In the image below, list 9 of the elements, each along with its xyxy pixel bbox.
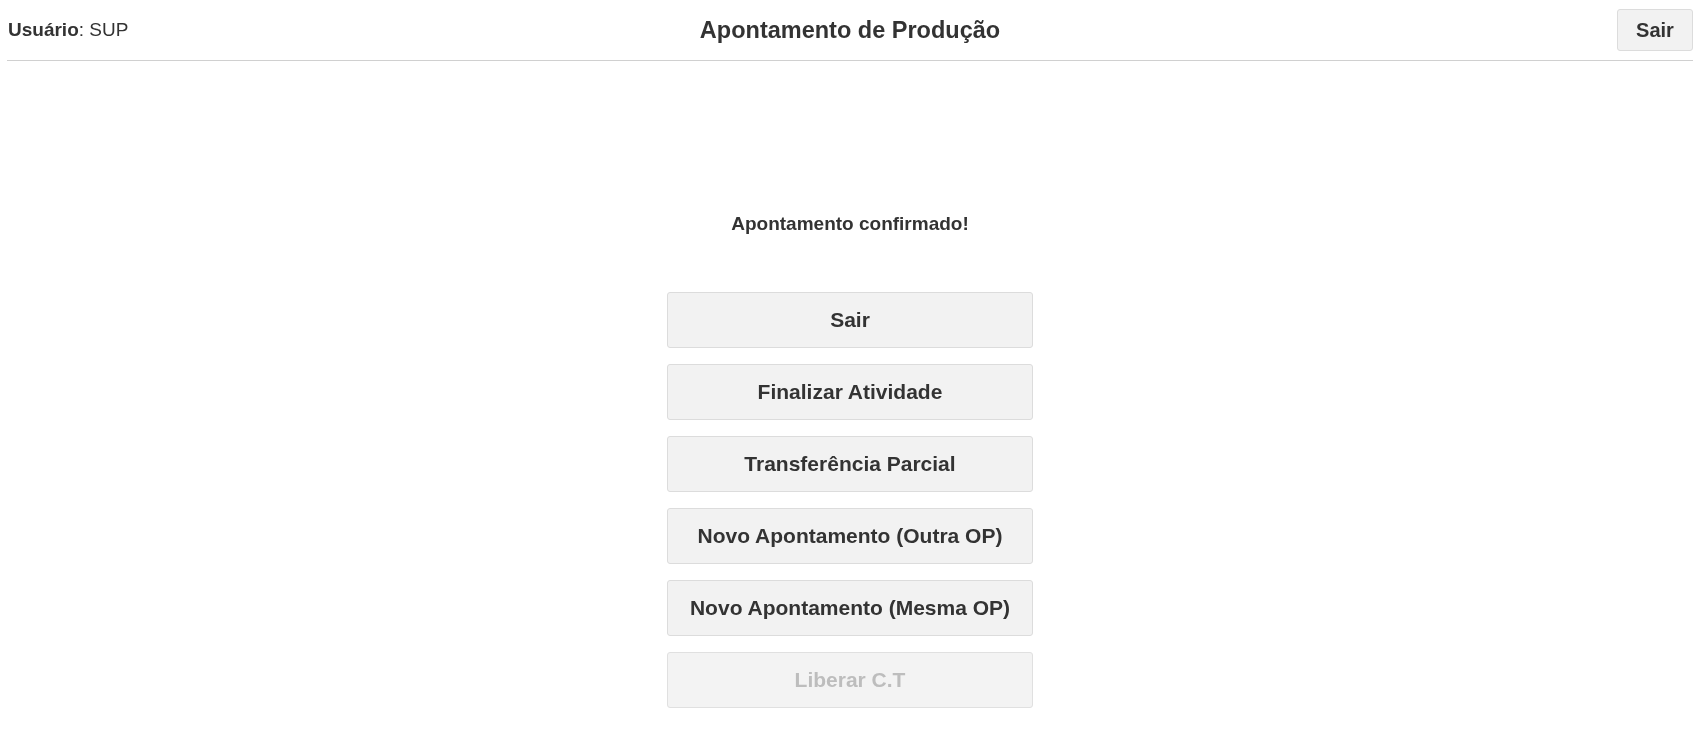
action-button[interactable]: Novo Apontamento (Outra OP): [667, 508, 1033, 564]
action-button[interactable]: Sair: [667, 292, 1033, 348]
confirmation-message: Apontamento confirmado!: [731, 212, 969, 236]
action-button[interactable]: Finalizar Atividade: [667, 364, 1033, 420]
page-title: Apontamento de Produção: [699, 16, 1001, 44]
action-button[interactable]: Novo Apontamento (Mesma OP): [667, 580, 1033, 636]
user-label: Usuário: SUP: [8, 18, 129, 42]
action-button[interactable]: Transferência Parcial: [667, 436, 1033, 492]
exit-button[interactable]: Sair: [1617, 9, 1693, 51]
